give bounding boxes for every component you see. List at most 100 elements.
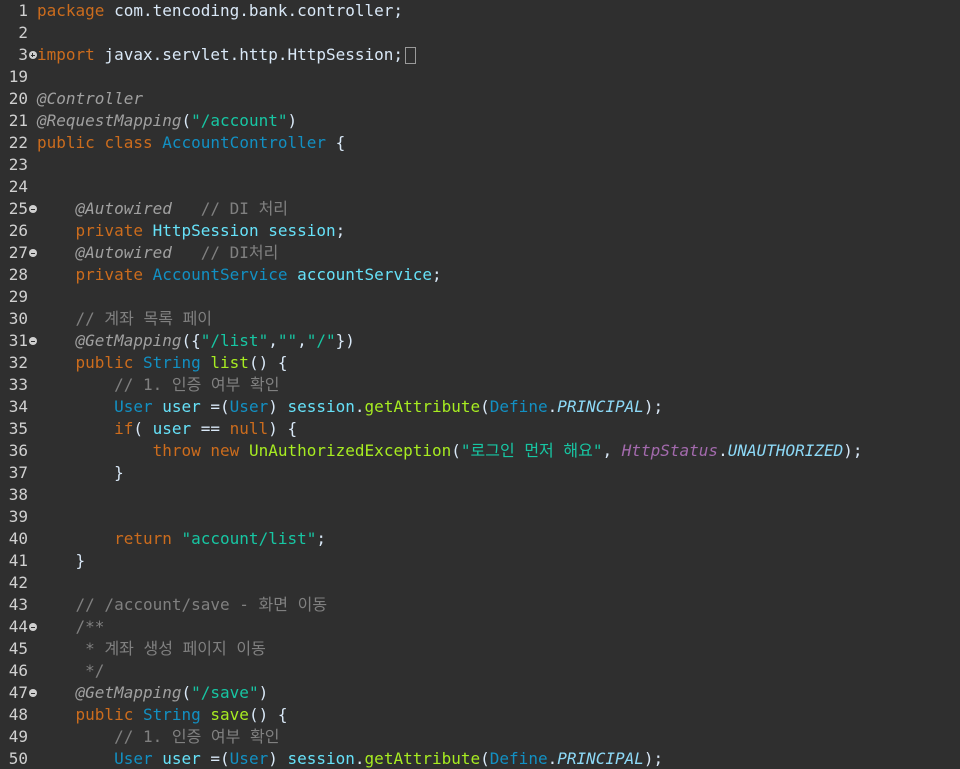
line-number-text: 39	[8, 507, 28, 526]
code-token: import	[37, 45, 95, 64]
code-token: // 1. 인증 여부 확인	[114, 375, 280, 394]
collapse-fold-icon[interactable]	[28, 249, 37, 257]
line-number: 23	[0, 154, 28, 176]
collapsed-region-icon[interactable]	[405, 47, 417, 64]
code-line[interactable]: 40 return "account/list";	[0, 528, 960, 550]
expand-fold-icon[interactable]	[28, 51, 37, 59]
code-token: ;	[316, 529, 326, 548]
code-line[interactable]: 45 * 계좌 생성 페이지 이동	[0, 638, 960, 660]
line-number: 37	[0, 462, 28, 484]
line-number: 32	[0, 352, 28, 374]
code-token: .	[354, 749, 365, 768]
collapse-fold-icon[interactable]	[28, 689, 37, 697]
line-number-text: 30	[8, 309, 28, 328]
code-line[interactable]: 37 }	[0, 462, 960, 484]
code-token: .	[354, 397, 365, 416]
code-line[interactable]: 39	[0, 506, 960, 528]
code-line[interactable]: 19	[0, 66, 960, 88]
code-line[interactable]: 25 @Autowired // DI 처리	[0, 198, 960, 220]
code-token: @GetMapping	[75, 683, 182, 702]
gutter-marker	[28, 689, 37, 697]
code-token: // 1. 인증 여부 확인	[114, 727, 280, 746]
line-number-text: 37	[8, 463, 28, 482]
code-text: @Autowired // DI처리	[37, 242, 960, 264]
code-token: User	[229, 749, 269, 768]
code-line[interactable]: 20 @Controller	[0, 88, 960, 110]
code-line[interactable]: 42	[0, 572, 960, 594]
code-line[interactable]: 21 @RequestMapping("/account")	[0, 110, 960, 132]
code-text: }	[37, 462, 960, 484]
code-line[interactable]: 1 package com.tencoding.bank.controller;	[0, 0, 960, 22]
gutter-marker	[28, 249, 37, 257]
code-token: () {	[248, 705, 288, 724]
line-number-text: 42	[8, 573, 28, 592]
code-line[interactable]: 46 */	[0, 660, 960, 682]
code-line[interactable]: 30 // 계좌 목록 페이	[0, 308, 960, 330]
code-text: @Autowired // DI 처리	[37, 198, 960, 220]
code-line[interactable]: 41 }	[0, 550, 960, 572]
code-text: User user =(User) session.getAttribute(D…	[37, 396, 960, 418]
code-line[interactable]: 36 throw new UnAuthorizedException("로그인 …	[0, 440, 960, 462]
line-number: 31	[0, 330, 28, 352]
code-line[interactable]: 32 public String list() {	[0, 352, 960, 374]
code-line[interactable]: 35 if( user == null) {	[0, 418, 960, 440]
code-token: "account/list"	[181, 529, 317, 548]
code-token: ) {	[268, 419, 298, 438]
code-token: User	[229, 397, 269, 416]
code-token: ({	[181, 331, 201, 350]
code-line[interactable]: 48 public String save() {	[0, 704, 960, 726]
gutter-marker	[28, 623, 37, 631]
code-line[interactable]: 28 private AccountService accountService…	[0, 264, 960, 286]
code-line[interactable]: 31 @GetMapping({"/list","","/"})	[0, 330, 960, 352]
code-editor[interactable]: 1 package com.tencoding.bank.controller; 2…	[0, 0, 960, 769]
code-line[interactable]: 29	[0, 286, 960, 308]
code-line[interactable]: 27 @Autowired // DI처리	[0, 242, 960, 264]
line-number-text: 48	[8, 705, 28, 724]
code-token: =(	[200, 749, 230, 768]
code-line[interactable]: 3 import javax.servlet.http.HttpSession;	[0, 44, 960, 66]
code-token: user	[152, 419, 192, 438]
code-token: AccountController	[162, 133, 327, 152]
code-text: throw new UnAuthorizedException("로그인 먼저 …	[37, 440, 960, 462]
code-line[interactable]: 26 private HttpSession session;	[0, 220, 960, 242]
code-token: @Autowired	[75, 199, 172, 218]
code-token: // 계좌 목록 페이	[75, 309, 213, 328]
code-text: @Controller	[37, 88, 960, 110]
code-token: package	[37, 1, 105, 20]
code-token: (	[451, 441, 461, 460]
code-line[interactable]: 49 // 1. 인증 여부 확인	[0, 726, 960, 748]
collapse-fold-icon[interactable]	[28, 623, 37, 631]
code-token: user	[162, 749, 201, 768]
line-number: 41	[0, 550, 28, 572]
code-line[interactable]: 2	[0, 22, 960, 44]
code-line[interactable]: 22 public class AccountController {	[0, 132, 960, 154]
code-line[interactable]: 47 @GetMapping("/save")	[0, 682, 960, 704]
code-token: }	[37, 551, 86, 570]
collapse-fold-icon[interactable]	[28, 205, 37, 213]
code-line[interactable]: 23	[0, 154, 960, 176]
code-line[interactable]: 38	[0, 484, 960, 506]
line-number-text: 33	[8, 375, 28, 394]
code-token: user	[162, 397, 201, 416]
code-line[interactable]: 34 User user =(User) session.getAttribut…	[0, 396, 960, 418]
code-line[interactable]: 43 // /account/save - 화면 이동	[0, 594, 960, 616]
code-line[interactable]: 50 User user =(User) session.getAttribut…	[0, 748, 960, 769]
collapse-fold-icon[interactable]	[28, 337, 37, 345]
code-line[interactable]: 33 // 1. 인증 여부 확인	[0, 374, 960, 396]
code-token: (	[181, 111, 192, 130]
code-text: User user =(User) session.getAttribute(D…	[37, 748, 960, 769]
line-number: 49	[0, 726, 28, 748]
code-line[interactable]: 44 /**	[0, 616, 960, 638]
code-token: ;	[431, 265, 442, 284]
code-line[interactable]: 24	[0, 176, 960, 198]
